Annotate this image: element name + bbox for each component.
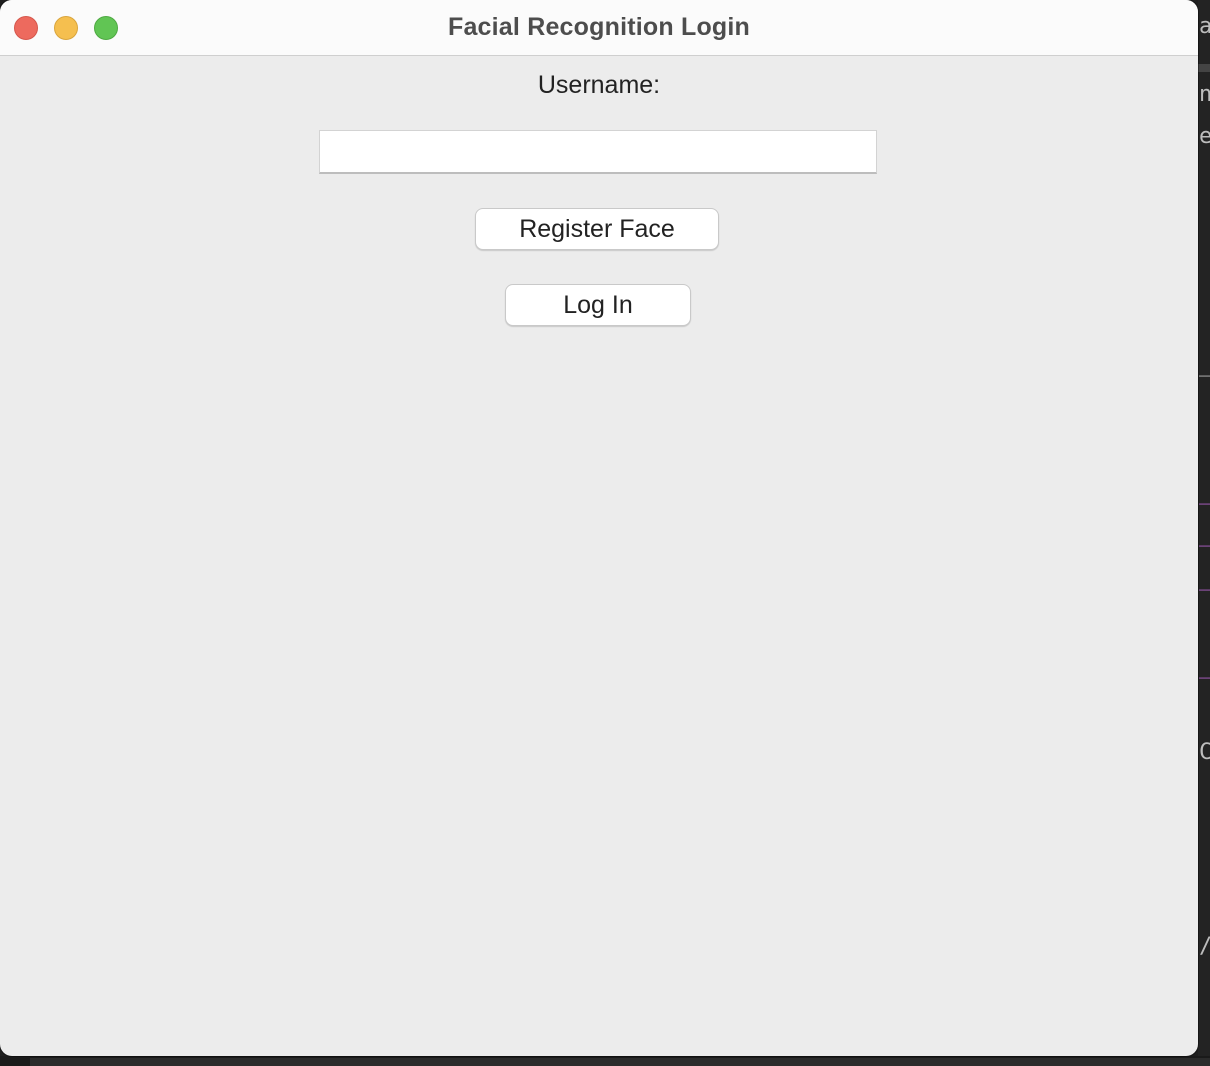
window-title: Facial Recognition Login [447, 13, 751, 41]
login-window: Facial Recognition Login Username: Regis… [0, 0, 1198, 1056]
background-glyph: _t [1199, 522, 1210, 547]
register-face-button[interactable]: Register Face [475, 208, 719, 250]
background-editor-bar [1198, 64, 1210, 72]
background-glyph: _t [1199, 566, 1210, 591]
desktop-bottom-panel [30, 1058, 1210, 1066]
login-button[interactable]: Log In [505, 284, 691, 326]
background-glyph: _t [1199, 654, 1210, 679]
background-glyph: nt [1199, 82, 1210, 107]
background-glyph: / [1199, 934, 1210, 959]
background-glyph: a [1199, 14, 1210, 39]
username-input[interactable] [319, 130, 877, 174]
title-bar[interactable]: Facial Recognition Login [0, 0, 1198, 56]
background-glyph: Cr [1199, 740, 1210, 765]
login-form: Username: Register Face Log In [0, 56, 1198, 1056]
background-glyph: _n [1199, 480, 1210, 505]
background-glyph: er [1199, 124, 1210, 149]
background-glyph: _i [1199, 352, 1210, 377]
username-label: Username: [537, 71, 661, 99]
